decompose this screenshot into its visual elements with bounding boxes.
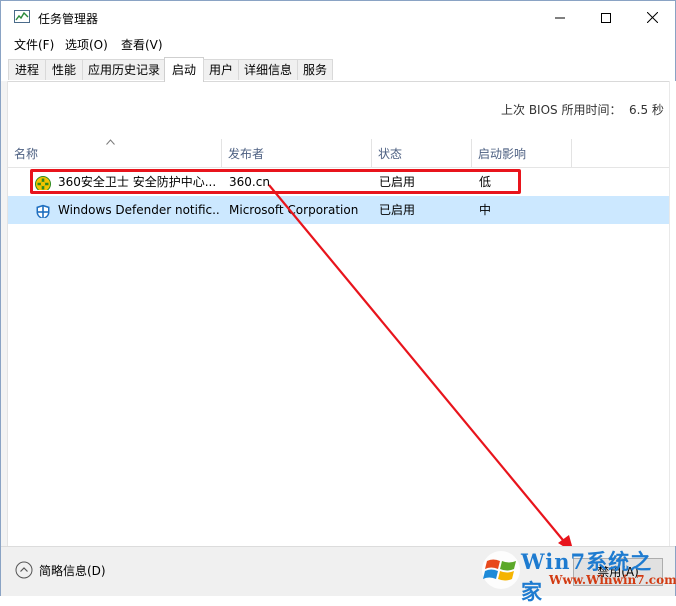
close-icon	[646, 12, 658, 23]
column-header-row: 名称 发布者 状态 启动影响	[8, 139, 669, 168]
task-manager-app-icon	[14, 10, 30, 24]
maximize-button[interactable]	[583, 1, 629, 34]
right-edge	[669, 81, 676, 546]
column-status[interactable]: 状态	[372, 139, 472, 167]
chevron-up-circle-icon	[15, 561, 33, 579]
tab-details[interactable]: 详细信息	[238, 59, 298, 80]
column-name[interactable]: 名称	[8, 139, 222, 167]
row-publisher: Microsoft Corporation	[229, 203, 359, 217]
minimize-button[interactable]	[537, 1, 583, 34]
tab-services[interactable]: 服务	[297, 59, 333, 80]
column-publisher[interactable]: 发布者	[222, 139, 372, 167]
window-title: 任务管理器	[38, 12, 99, 26]
left-edge	[1, 81, 8, 546]
tab-users[interactable]: 用户	[203, 59, 239, 80]
row-impact: 中	[479, 203, 492, 217]
bios-time-value: 6.5 秒	[629, 103, 664, 117]
row-name: Windows Defender notific...	[58, 203, 220, 217]
close-button[interactable]	[629, 1, 675, 34]
windows-logo-icon	[482, 551, 520, 589]
task-manager-window: 任务管理器 文件(F) 选项(O) 查看(V) 进程 性能 应用历史记录 启动 …	[0, 0, 676, 604]
annotation-highlight-box	[30, 169, 521, 194]
watermark: Win7系统之家 Www.Winwin7.com	[477, 546, 676, 604]
maximize-icon	[601, 12, 611, 23]
table-row[interactable]: Windows Defender notific... Microsoft Co…	[8, 196, 669, 224]
tab-app-history[interactable]: 应用历史记录	[82, 59, 166, 80]
fewer-details-label: 简略信息(D)	[39, 563, 106, 578]
windows-defender-shield-icon	[35, 202, 51, 218]
tab-startup[interactable]: 启动	[164, 57, 204, 82]
menu-bar: 文件(F) 选项(O) 查看(V)	[1, 34, 675, 54]
menu-file[interactable]: 文件(F)	[14, 36, 54, 53]
bios-time-label: 上次 BIOS 所用时间：	[501, 103, 622, 117]
title-bar[interactable]: 任务管理器	[1, 1, 675, 34]
menu-options[interactable]: 选项(O)	[65, 36, 108, 53]
tab-performance[interactable]: 性能	[45, 59, 83, 80]
watermark-url: Www.Winwin7.com	[549, 573, 676, 587]
tab-processes[interactable]: 进程	[8, 59, 46, 80]
row-status: 已启用	[379, 203, 416, 217]
column-startup-impact[interactable]: 启动影响	[472, 139, 572, 167]
minimize-icon	[555, 17, 565, 18]
tab-strip: 进程 性能 应用历史记录 启动 用户 详细信息 服务	[1, 57, 675, 82]
menu-view[interactable]: 查看(V)	[121, 36, 163, 53]
fewer-details-button[interactable]: 简略信息(D)	[15, 561, 106, 579]
